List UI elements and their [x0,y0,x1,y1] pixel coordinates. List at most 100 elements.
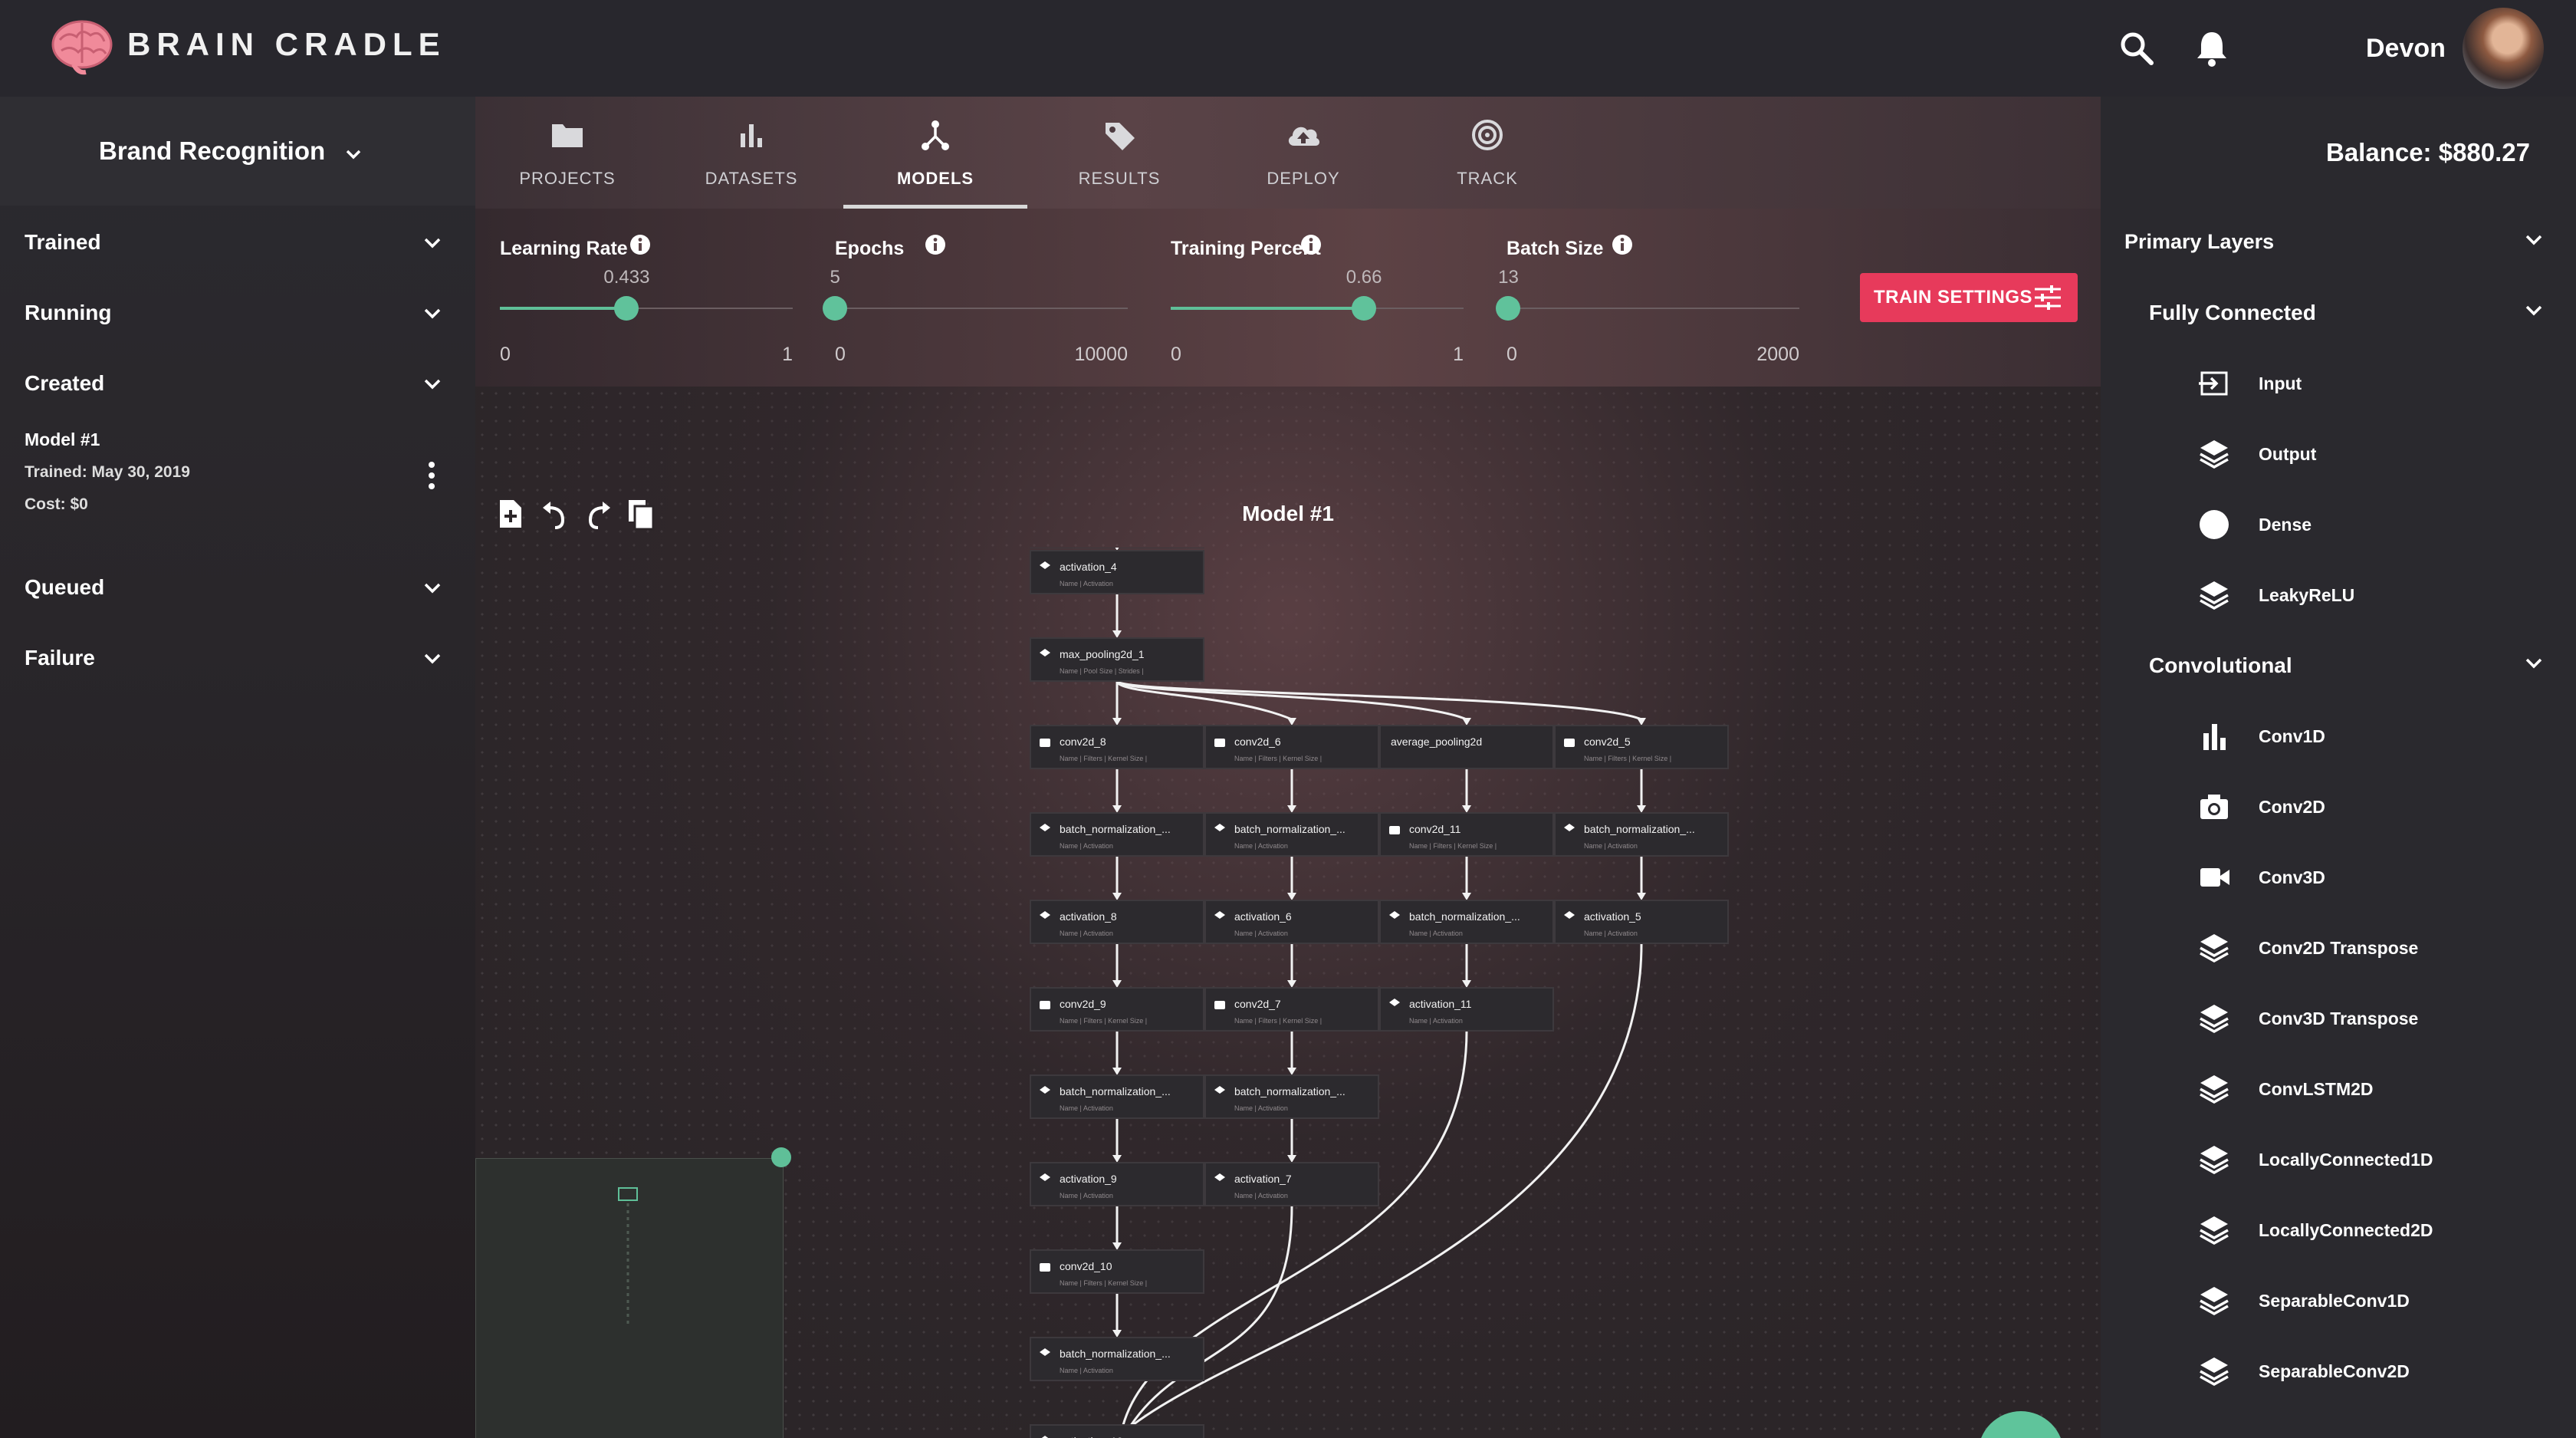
layer-item-locallyconnected1d[interactable]: LocallyConnected1D [2101,1124,2576,1195]
layer-item-separableconv2d[interactable]: SeparableConv2D [2101,1336,2576,1407]
section-created[interactable]: Created [0,350,475,420]
info-icon[interactable] [924,233,947,256]
layer-item-input[interactable]: Input [2101,348,2576,419]
graph-node[interactable]: batch_normalization_... Name | Activation [1030,1074,1204,1119]
node-name: conv2d_5 [1584,735,1631,748]
node-params: Name | Activation [1234,930,1288,937]
primary-layers-header[interactable]: Primary Layers [2124,230,2274,254]
minimap[interactable] [475,1158,784,1438]
graph-node[interactable]: conv2d_5 Name | Filters | Kernel Size | [1554,725,1729,769]
graph-node[interactable]: activation_4 Name | Activation [1030,550,1204,594]
param-epochs: Epochs 5 0 10000 [810,209,1132,387]
chevron-down-icon [346,150,361,160]
graph-node[interactable]: activation_9 Name | Activation [1030,1162,1204,1206]
info-icon[interactable] [629,233,652,256]
node-params: Name | Activation [1409,1017,1463,1025]
slider-track[interactable] [835,308,1128,309]
more-vertical-icon[interactable] [423,460,440,491]
chevron-down-icon[interactable] [2521,650,2547,676]
node-params: Name | Filters | Kernel Size | [1060,1017,1147,1025]
graph-node[interactable]: batch_normalization_... Name | Activation [1204,812,1379,857]
graph-node[interactable]: activation_5 Name | Activation [1554,900,1729,944]
slider-thumb[interactable] [614,296,639,321]
graph-node[interactable]: batch_normalization_... Name | Activation [1030,812,1204,857]
tab-track[interactable]: TRACK [1395,97,1579,209]
slider-track[interactable] [1506,308,1799,309]
info-icon[interactable] [1611,233,1634,256]
layer-item-leakyrelu[interactable]: LeakyReLU [2101,560,2576,630]
node-name: activation_7 [1234,1173,1292,1185]
node-params: Name | Activation [1234,1104,1288,1112]
project-selector[interactable]: Brand Recognition [0,97,475,206]
layer-item-locallyconnected2d[interactable]: LocallyConnected2D [2101,1195,2576,1265]
layer-item-conv1d[interactable]: Conv1D [2101,701,2576,772]
section-running[interactable]: Running [0,279,475,350]
edge-arrowhead [1287,1155,1296,1163]
graph-node[interactable]: conv2d_10 Name | Filters | Kernel Size | [1030,1249,1204,1294]
graph-node[interactable]: conv2d_11 Name | Filters | Kernel Size | [1379,812,1554,857]
notification-bell-icon[interactable] [2193,28,2231,69]
graph-node[interactable]: average_pooling2d [1379,725,1554,769]
minimap-resize-handle[interactable] [771,1147,791,1167]
info-icon[interactable] [1300,233,1322,256]
layer-item-conv2d[interactable]: Conv2D [2101,772,2576,842]
brain-logo-icon[interactable] [51,17,113,75]
tab-results[interactable]: RESULTS [1027,97,1211,209]
section-failure[interactable]: Failure [0,624,475,695]
edge-arrowhead [1287,805,1296,813]
graph-node[interactable]: conv2d_7 Name | Filters | Kernel Size | [1204,987,1379,1032]
param-training-percent: Training Percent 0.66 0 1 [1146,209,1468,387]
layer-item-conv3d-transpose[interactable]: Conv3D Transpose [2101,983,2576,1054]
slider-thumb[interactable] [823,296,848,321]
layer-item-conv3d[interactable]: Conv3D [2101,842,2576,913]
tab-models[interactable]: MODELS [843,97,1027,209]
layer-item-convlstm2d[interactable]: ConvLSTM2D [2101,1054,2576,1124]
layers-icon [2200,1005,2229,1034]
fully-connected-header[interactable]: Fully Connected [2149,301,2316,325]
graph-node[interactable]: batch_normalization_... Name | Activation [1554,812,1729,857]
avatar[interactable] [2463,8,2544,89]
graph-node[interactable]: activation_10Name | Activation [1030,1424,1204,1438]
node-name: max_pooling2d_1 [1060,648,1145,660]
circle-icon [2200,510,2229,539]
layer-item-dense[interactable]: Dense [2101,489,2576,560]
node-name: batch_normalization_... [1234,823,1346,835]
edge-arrowhead [1287,718,1296,726]
account-balance: Balance: $880.27 [2325,138,2530,166]
user-name[interactable]: Devon [2366,34,2446,64]
graph-node[interactable]: max_pooling2d_1 Name | Pool Size | Stride… [1030,637,1204,682]
graph-node[interactable]: activation_8 Name | Activation [1030,900,1204,944]
section-trained[interactable]: Trained [0,209,475,279]
tab-projects[interactable]: PROJECTS [475,97,659,209]
convolutional-header[interactable]: Convolutional [2149,653,2292,678]
search-icon[interactable] [2118,29,2156,67]
train-settings-button[interactable]: TRAIN SETTINGS [1860,273,2078,322]
tab-deploy[interactable]: DEPLOY [1211,97,1395,209]
slider-thumb[interactable] [1352,296,1377,321]
model-list-item[interactable]: Model #1 Trained: May 30, 2019 Cost: $0 [0,419,475,549]
graph-node[interactable]: batch_normalization_... Name | Activation [1379,900,1554,944]
graph-node[interactable]: conv2d_8 Name | Filters | Kernel Size | [1030,725,1204,769]
layer-item-separableconv1d[interactable]: SeparableConv1D [2101,1265,2576,1336]
graph-node[interactable]: batch_normalization_... Name | Activation [1030,1337,1204,1381]
chevron-down-icon[interactable] [2521,298,2547,324]
chevron-down-icon [424,379,441,390]
graph-node[interactable]: activation_6 Name | Activation [1204,900,1379,944]
node-params: Name | Filters | Kernel Size | [1584,755,1671,762]
layer-item-conv2d-transpose[interactable]: Conv2D Transpose [2101,913,2576,983]
node-name: conv2d_7 [1234,998,1281,1010]
graph-node[interactable]: batch_normalization_... Name | Activation [1204,1074,1379,1119]
graph-node[interactable]: conv2d_6 Name | Filters | Kernel Size | [1204,725,1379,769]
camera-icon [1040,1263,1050,1272]
layers-icon [2200,1357,2229,1387]
tab-datasets[interactable]: DATASETS [659,97,843,209]
graph-node[interactable]: activation_11 Name | Activation [1379,987,1554,1032]
chevron-down-icon[interactable] [2521,227,2547,253]
graph-node[interactable]: conv2d_9 Name | Filters | Kernel Size | [1030,987,1204,1032]
model-canvas[interactable]: Model #1 activation_4 Name | Activation ma… [475,387,2101,1438]
section-queued[interactable]: Queued [0,554,475,624]
graph-node[interactable]: activation_7 Name | Activation [1204,1162,1379,1206]
tab-label: DATASETS [705,169,798,188]
slider-thumb[interactable] [1496,296,1521,321]
layer-item-output[interactable]: Output [2101,419,2576,489]
